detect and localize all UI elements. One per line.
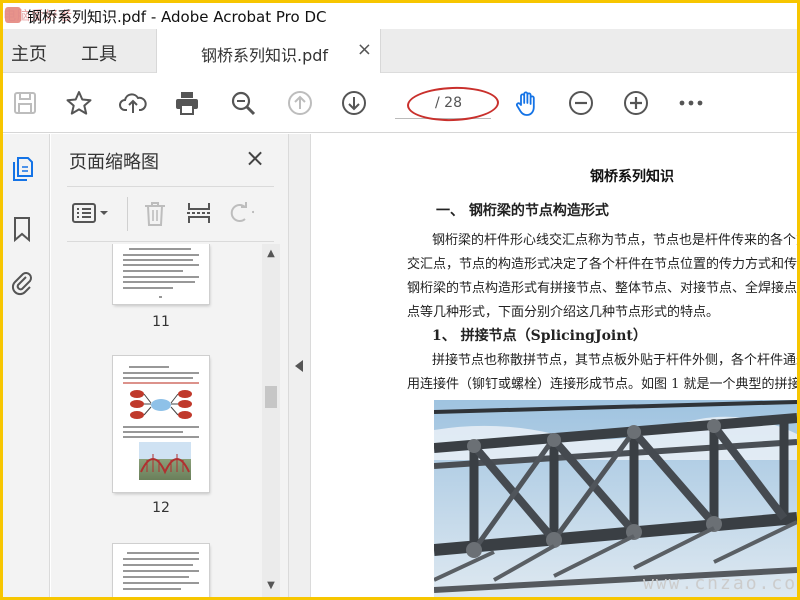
panel-splitter[interactable] (288, 134, 311, 597)
rotate-page-icon[interactable] (225, 197, 255, 229)
zoom-out-icon[interactable] (565, 87, 597, 119)
highlight-annotation (406, 85, 500, 123)
doc-title: 钢桥系列知识 (590, 169, 674, 185)
thumbnails-panel: 页面缩略图 × 11 12 ▲ ▼ (51, 134, 288, 597)
doc-paragraph-line: 钢桁梁的节点构造形式有拼接节点、整体节点、对接节点、全焊接点、铸 (407, 281, 797, 296)
doc-paragraph-line: 交汇点，节点的构造形式决定了各个杆件在节点位置的传力方式和传力路 (407, 257, 797, 272)
menu-tools[interactable]: 工具 (81, 40, 117, 66)
document-tab[interactable]: 钢桥系列知识.pdf × (156, 29, 381, 73)
doc-paragraph-line: 拼接节点也称散拼节点，其节点板外贴于杆件外侧，各个杆件通过节 (432, 353, 797, 368)
document-tab-label: 钢桥系列知识.pdf (201, 46, 329, 65)
save-icon[interactable] (9, 87, 41, 119)
zoom-in-icon[interactable] (620, 87, 652, 119)
thumbnail-page-number: 11 (152, 314, 170, 330)
tab-bar: 主页 工具 钢桥系列知识.pdf × (3, 29, 797, 73)
thumbnail-toolbar (67, 186, 274, 242)
doc-paragraph-line: 点等几种形式，下面分别介绍这几种节点形式的特点。 (407, 305, 720, 320)
diagram-mini-icon (130, 390, 192, 419)
close-panel-icon[interactable]: × (245, 144, 265, 172)
hand-tool-icon[interactable] (511, 87, 543, 119)
page-up-icon[interactable] (284, 87, 316, 119)
page-thumbnail[interactable] (113, 356, 209, 492)
scrollbar-thumb[interactable] (265, 386, 277, 408)
cloud-upload-icon[interactable] (117, 87, 149, 119)
page-thumbnail[interactable] (113, 244, 209, 304)
acrobat-window: 电脑爱好者 钢桥系列知识.pdf - Adobe Acrobat Pro DC … (3, 3, 797, 597)
collapse-panel-icon[interactable] (295, 360, 303, 372)
doc-heading-1: 一、 钢桁梁的节点构造形式 (436, 203, 609, 219)
insert-page-icon[interactable] (185, 197, 213, 229)
document-view: 钢桥系列知识 一、 钢桁梁的节点构造形式 钢桁梁的杆件形心线交汇点称为节点，节点… (312, 134, 797, 597)
bridge-photo-mini (139, 442, 191, 480)
title-bar: 电脑爱好者 钢桥系列知识.pdf - Adobe Acrobat Pro DC (3, 3, 797, 29)
scroll-up-icon[interactable]: ▲ (265, 248, 277, 260)
watermark-site: www.cnzao.com (643, 573, 797, 594)
bookmark-icon[interactable] (8, 214, 36, 244)
doc-heading-2: 1、 拼接节点（SplicingJoint） (432, 328, 647, 344)
page-thumbnail[interactable] (113, 544, 209, 597)
panel-title: 页面缩略图 (69, 152, 159, 173)
print-icon[interactable] (171, 87, 203, 119)
scroll-down-icon[interactable]: ▼ (265, 580, 277, 592)
menu-home[interactable]: 主页 (11, 40, 47, 66)
window-title: 钢桥系列知识.pdf - Adobe Acrobat Pro DC (27, 8, 327, 26)
page-thumbnails-icon[interactable] (8, 154, 36, 184)
page-number-field[interactable]: / 28 (395, 85, 500, 123)
thumbnail-page-number: 12 (152, 500, 170, 516)
zoom-search-icon[interactable] (227, 87, 259, 119)
doc-paragraph-line: 用连接件（铆钉或螺栓）连接形成节点。如图 1 就是一个典型的拼接节点 (407, 377, 797, 392)
bridge-photo (434, 400, 797, 597)
attachment-icon[interactable] (8, 268, 36, 298)
thumbnail-list: 11 12 (67, 244, 262, 597)
navigation-rail (3, 134, 50, 597)
toolbar: / 28 (3, 73, 797, 133)
page-down-icon[interactable] (338, 87, 370, 119)
close-tab-icon[interactable]: × (357, 39, 372, 60)
star-icon[interactable] (63, 87, 95, 119)
delete-page-icon[interactable] (127, 197, 168, 231)
more-icon[interactable] (675, 87, 707, 119)
thumbnail-scrollbar[interactable]: ▲ ▼ (262, 244, 280, 597)
doc-paragraph-line: 钢桁梁的杆件形心线交汇点称为节点，节点也是杆件传来的各个方向 (432, 233, 797, 248)
thumbnail-options-icon[interactable] (71, 197, 111, 229)
